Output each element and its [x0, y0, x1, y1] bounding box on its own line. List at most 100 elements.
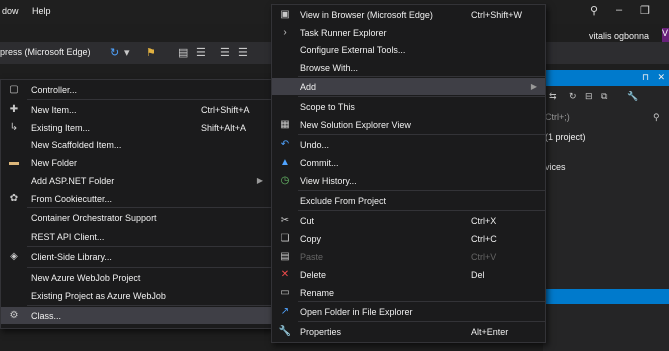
minimize-icon[interactable]: – [616, 4, 622, 16]
menu-item-cut[interactable]: ✂ Cut Ctrl+X [272, 212, 545, 229]
menu-item-browse-with[interactable]: Browse With... [272, 59, 545, 76]
menu-item-new-azure-webjob-project[interactable]: New Azure WebJob Project [1, 269, 271, 286]
browser-link-icon[interactable]: ⚑ [146, 46, 156, 59]
rename-icon: ▭ [280, 287, 290, 298]
menu-item-label: Container Orchestrator Support [31, 212, 157, 223]
menu-item-properties[interactable]: 🔧 Properties Alt+Enter [272, 323, 545, 340]
menu-item-label: New Solution Explorer View [300, 119, 411, 130]
menu-item-configure-external-tools[interactable]: Configure External Tools... [272, 41, 545, 58]
commit-icon: ▲ [280, 157, 290, 168]
menu-item-shortcut: Ctrl+X [471, 215, 497, 226]
folder-icon: ▬ [9, 157, 19, 168]
comment-icon[interactable]: ☰ [238, 46, 248, 59]
menu-item-label: Existing Item... [31, 122, 91, 133]
show-all-icon[interactable]: ⧉ [601, 91, 607, 102]
menu-item-delete[interactable]: ✕ Delete Del [272, 266, 545, 283]
restore-icon[interactable]: ❐ [640, 4, 650, 17]
properties-icon[interactable]: 🔧 [627, 91, 638, 102]
menu-item-label: Cut [300, 215, 315, 226]
user-badge[interactable]: V [662, 28, 669, 42]
refresh-icon[interactable]: ↻ [569, 91, 577, 102]
menu-separator [298, 321, 545, 322]
solution-explorer: ⊓ ✕ ⇆ ↻ ⊟ ⧉ 🔧 Ctrl+;) ⚲ (1 project) vice… [543, 70, 669, 351]
submenu-arrow-icon: ▶ [530, 82, 537, 91]
menu-item-add[interactable]: Add ▶ [272, 78, 545, 95]
menu-item-from-cookiecutter[interactable]: ✿ From Cookiecutter... [1, 190, 271, 207]
chevron-down-icon[interactable]: ▾ [124, 46, 130, 59]
menu-item-undo[interactable]: ↶ Undo... [272, 136, 545, 153]
search-icon[interactable]: ⚲ [653, 112, 660, 123]
menu-item-copy[interactable]: ❏ Copy Ctrl+C [272, 230, 545, 247]
menu-item-label: Add ASP.NET Folder [31, 175, 115, 186]
menu-window[interactable]: dow [2, 6, 19, 16]
menu-item-client-side-library[interactable]: ◈ Client-Side Library... [1, 248, 271, 265]
menu-item-controller[interactable]: ▢ Controller... [1, 81, 271, 98]
menu-separator [27, 246, 271, 247]
pin-icon[interactable]: ⊓ [642, 72, 649, 83]
cookiecutter-icon: ✿ [9, 193, 19, 204]
run-target-dropdown[interactable]: press (Microsoft Edge) [0, 47, 91, 57]
menu-item-scope-to-this[interactable]: Scope to This [272, 98, 545, 115]
menu-item-label: Properties [300, 326, 342, 337]
menu-item-label: Scope to This [300, 101, 355, 112]
menu-item-shortcut: Shift+Alt+A [201, 122, 247, 133]
refresh-icon[interactable]: ↻ [110, 46, 119, 59]
search-icon[interactable]: ⚲ [590, 4, 598, 17]
menu-item-label: New Scaffolded Item... [31, 139, 122, 150]
sync-icon[interactable]: ⇆ [549, 91, 557, 102]
close-icon[interactable]: ✕ [657, 72, 665, 83]
controller-icon: ▢ [9, 84, 19, 95]
search-input[interactable]: Ctrl+;) [545, 112, 570, 122]
menu-item-view-in-browser-microsoft-edge[interactable]: ▣ View in Browser (Microsoft Edge) Ctrl+Sh… [272, 6, 545, 23]
menu-item-label: Controller... [31, 84, 78, 95]
menu-item-open-folder-in-file-explorer[interactable]: ↗ Open Folder in File Explorer [272, 303, 545, 320]
menu-item-new-scaffolded-item[interactable]: New Scaffolded Item... [1, 136, 271, 153]
services-node[interactable]: vices [545, 162, 566, 172]
menu-item-new-solution-explorer-view[interactable]: ▦ New Solution Explorer View [272, 116, 545, 133]
menu-separator [298, 301, 545, 302]
menu-separator [298, 210, 545, 211]
existing-item-icon: ↳ [9, 122, 19, 133]
menu-item-label: Rename [300, 287, 335, 298]
class-icon: ⚙ [9, 310, 19, 321]
align-icon[interactable]: ▤ [178, 46, 188, 59]
menu-help[interactable]: Help [32, 6, 51, 16]
menu-item-label: Browse With... [300, 62, 359, 73]
cut-icon: ✂ [280, 215, 290, 226]
add-submenu: ▢ Controller... ✚ New Item... Ctrl+Shift+A ↳ E… [0, 79, 272, 329]
menu-item-add-asp-net-folder[interactable]: Add ASP.NET Folder ▶ [1, 172, 271, 189]
menu-item-commit[interactable]: ▲ Commit... [272, 154, 545, 171]
menu-item-new-folder[interactable]: ▬ New Folder [1, 154, 271, 171]
menu-item-rest-api-client[interactable]: REST API Client... [1, 228, 271, 245]
menu-item-shortcut: Ctrl+Shift+A [201, 104, 250, 115]
menu-separator [27, 99, 271, 100]
menu-item-paste[interactable]: ▤ Paste Ctrl+V [272, 248, 545, 265]
menu-item-existing-item[interactable]: ↳ Existing Item... Shift+Alt+A [1, 119, 271, 136]
solution-node[interactable]: (1 project) [545, 132, 586, 142]
menu-item-exclude-from-project[interactable]: Exclude From Project [272, 192, 545, 209]
explorer-view-icon: ▦ [280, 119, 290, 130]
menu-item-label: REST API Client... [31, 231, 105, 242]
collapse-icon[interactable]: ⊟ [585, 91, 593, 102]
menu-item-shortcut: Alt+Enter [471, 326, 509, 337]
menu-item-label: New Folder [31, 157, 78, 168]
menu-item-task-runner-explorer[interactable]: › Task Runner Explorer [272, 24, 545, 41]
outdent-icon[interactable]: ☰ [220, 46, 230, 59]
menu-item-label: Class... [31, 310, 62, 321]
menu-item-rename[interactable]: ▭ Rename [272, 284, 545, 301]
menu-separator [27, 305, 271, 306]
menu-item-view-history[interactable]: ◷ View History... [272, 172, 545, 189]
selected-tree-item[interactable] [543, 289, 669, 304]
user-name[interactable]: vitalis ogbonna [589, 31, 649, 41]
menu-item-class[interactable]: ⚙ Class... [1, 307, 271, 324]
menu-item-shortcut: Ctrl+V [471, 251, 497, 262]
menu-item-container-orchestrator-support[interactable]: Container Orchestrator Support [1, 209, 271, 226]
browser-icon: ▣ [280, 9, 290, 20]
delete-icon: ✕ [280, 269, 290, 280]
menu-item-new-item[interactable]: ✚ New Item... Ctrl+Shift+A [1, 101, 271, 118]
menu-item-label: Configure External Tools... [300, 44, 406, 55]
wrench-icon: 🔧 [278, 326, 292, 337]
menu-item-label: From Cookiecutter... [31, 193, 113, 204]
indent-icon[interactable]: ☰ [196, 46, 206, 59]
menu-item-existing-project-as-azure-webjob[interactable]: Existing Project as Azure WebJob [1, 287, 271, 304]
